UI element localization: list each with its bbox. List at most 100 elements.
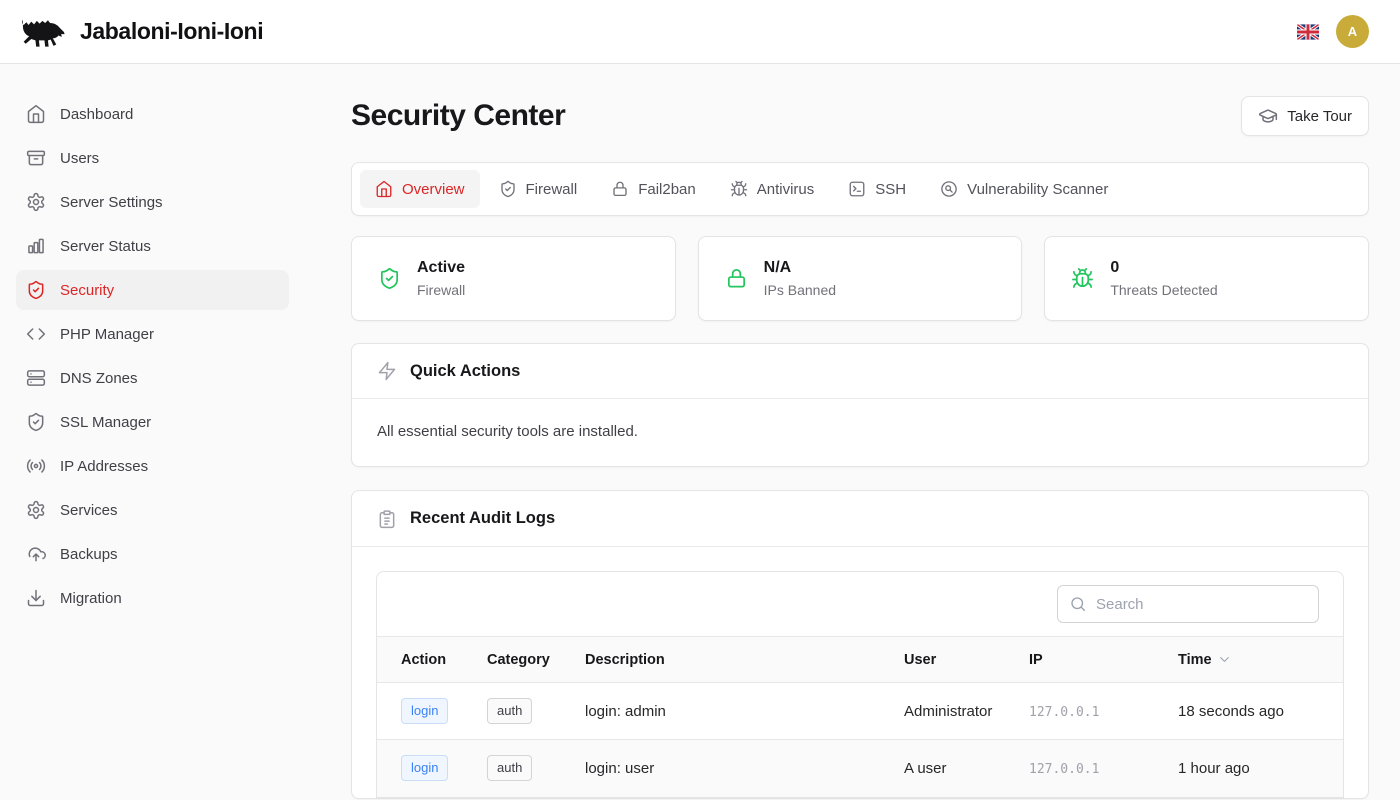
audit-logs-title: Recent Audit Logs: [410, 509, 555, 528]
column-header-category: Category: [487, 637, 585, 683]
tab-antivirus[interactable]: Antivirus: [715, 170, 830, 208]
tab-label: Vulnerability Scanner: [967, 181, 1108, 198]
status-label: Threats Detected: [1110, 282, 1217, 298]
status-value: Active: [417, 259, 465, 277]
tab-firewall[interactable]: Firewall: [484, 170, 593, 208]
bar-chart-icon: [26, 236, 46, 256]
sidebar-item-migration[interactable]: Migration: [16, 578, 289, 618]
cloud-upload-icon: [26, 544, 46, 564]
shield-check-icon: [499, 180, 517, 198]
search-input[interactable]: [1096, 596, 1307, 613]
description-cell: login: admin: [585, 683, 904, 740]
status-label: IPs Banned: [764, 282, 836, 298]
tab-label: Fail2ban: [638, 181, 696, 198]
sidebar-item-label: Server Settings: [60, 194, 163, 211]
tab-overview[interactable]: Overview: [360, 170, 480, 208]
tab-label: SSH: [875, 181, 906, 198]
sidebar-item-php-manager[interactable]: PHP Manager: [16, 314, 289, 354]
sidebar-item-ssl-manager[interactable]: SSL Manager: [16, 402, 289, 442]
home-icon: [26, 104, 46, 124]
clipboard-list-icon: [377, 509, 397, 529]
action-badge: login: [401, 698, 448, 724]
tab-label: Antivirus: [757, 181, 815, 198]
user-cell: A user: [904, 740, 1029, 797]
search-circle-icon: [940, 180, 958, 198]
search-box: [1057, 585, 1319, 623]
action-badge: login: [401, 755, 448, 781]
main-content: Security Center Take Tour Overview Firew…: [304, 64, 1400, 800]
download-icon: [26, 588, 46, 608]
column-header-user: User: [904, 637, 1029, 683]
sidebar-item-ip-addresses[interactable]: IP Addresses: [16, 446, 289, 486]
shield-check-icon: [26, 412, 46, 432]
column-header-description: Description: [585, 637, 904, 683]
ip-cell: 127.0.0.1: [1029, 762, 1099, 777]
sidebar-item-server-settings[interactable]: Server Settings: [16, 182, 289, 222]
uk-flag-icon[interactable]: [1297, 24, 1319, 40]
status-value: 0: [1110, 259, 1217, 277]
search-icon: [1069, 595, 1087, 613]
status-card-firewall: Active Firewall: [351, 236, 676, 321]
sidebar-item-server-status[interactable]: Server Status: [16, 226, 289, 266]
tab-vulnerability-scanner[interactable]: Vulnerability Scanner: [925, 170, 1123, 208]
audit-logs-table: Action Category Description User IP Time: [377, 636, 1343, 797]
column-header-ip: IP: [1029, 637, 1178, 683]
status-label: Firewall: [417, 282, 465, 298]
gear-icon: [26, 500, 46, 520]
status-card-ips-banned: N/A IPs Banned: [698, 236, 1023, 321]
bug-icon: [1071, 267, 1094, 290]
gear-icon: [26, 192, 46, 212]
quick-actions-message: All essential security tools are install…: [352, 399, 1368, 466]
time-cell: 1 hour ago: [1178, 740, 1343, 797]
sidebar-item-label: Migration: [60, 590, 122, 607]
page-title: Security Center: [351, 99, 565, 133]
archive-box-icon: [26, 148, 46, 168]
sidebar: Dashboard Users Server Settings Server S…: [0, 64, 304, 800]
column-header-time[interactable]: Time: [1178, 637, 1343, 683]
home-icon: [375, 180, 393, 198]
shield-check-icon: [378, 267, 401, 290]
sidebar-item-services[interactable]: Services: [16, 490, 289, 530]
tab-label: Overview: [402, 181, 465, 198]
take-tour-label: Take Tour: [1287, 108, 1352, 125]
sidebar-item-label: IP Addresses: [60, 458, 148, 475]
tab-label: Firewall: [526, 181, 578, 198]
sidebar-item-backups[interactable]: Backups: [16, 534, 289, 574]
zap-icon: [377, 361, 397, 381]
terminal-icon: [848, 180, 866, 198]
sidebar-item-dns-zones[interactable]: DNS Zones: [16, 358, 289, 398]
user-cell: Administrator: [904, 683, 1029, 740]
tab-fail2ban[interactable]: Fail2ban: [596, 170, 711, 208]
user-avatar[interactable]: A: [1336, 15, 1369, 48]
security-tabs: Overview Firewall Fail2ban Antivirus SSH…: [351, 162, 1369, 216]
sidebar-item-label: DNS Zones: [60, 370, 138, 387]
time-cell: 18 seconds ago: [1178, 683, 1343, 740]
column-header-action: Action: [377, 637, 487, 683]
app-header: Jabaloni-Ioni-Ioni A: [0, 0, 1400, 64]
sidebar-item-label: Server Status: [60, 238, 151, 255]
category-badge: auth: [487, 755, 532, 781]
shield-check-icon: [26, 280, 46, 300]
sidebar-item-dashboard[interactable]: Dashboard: [16, 94, 289, 134]
table-row[interactable]: login auth login: user A user 127.0.0.1 …: [377, 740, 1343, 797]
column-header-time-label: Time: [1178, 652, 1212, 668]
quick-actions-card: Quick Actions All essential security too…: [351, 343, 1369, 467]
app-title: Jabaloni-Ioni-Ioni: [80, 18, 263, 45]
sidebar-item-label: SSL Manager: [60, 414, 151, 431]
bug-icon: [730, 180, 748, 198]
audit-logs-card: Recent Audit Logs: [351, 490, 1369, 799]
audit-logs-table-widget: Action Category Description User IP Time: [376, 571, 1344, 798]
server-icon: [26, 368, 46, 388]
table-row[interactable]: login auth login: admin Administrator 12…: [377, 683, 1343, 740]
sidebar-item-label: Services: [60, 502, 118, 519]
lock-icon: [611, 180, 629, 198]
tab-ssh[interactable]: SSH: [833, 170, 921, 208]
sidebar-item-users[interactable]: Users: [16, 138, 289, 178]
code-icon: [26, 324, 46, 344]
sidebar-item-label: Backups: [60, 546, 118, 563]
boar-logo-icon: [16, 13, 66, 51]
status-value: N/A: [764, 259, 836, 277]
graduation-cap-icon: [1258, 106, 1278, 126]
take-tour-button[interactable]: Take Tour: [1241, 96, 1369, 136]
sidebar-item-security[interactable]: Security: [16, 270, 289, 310]
